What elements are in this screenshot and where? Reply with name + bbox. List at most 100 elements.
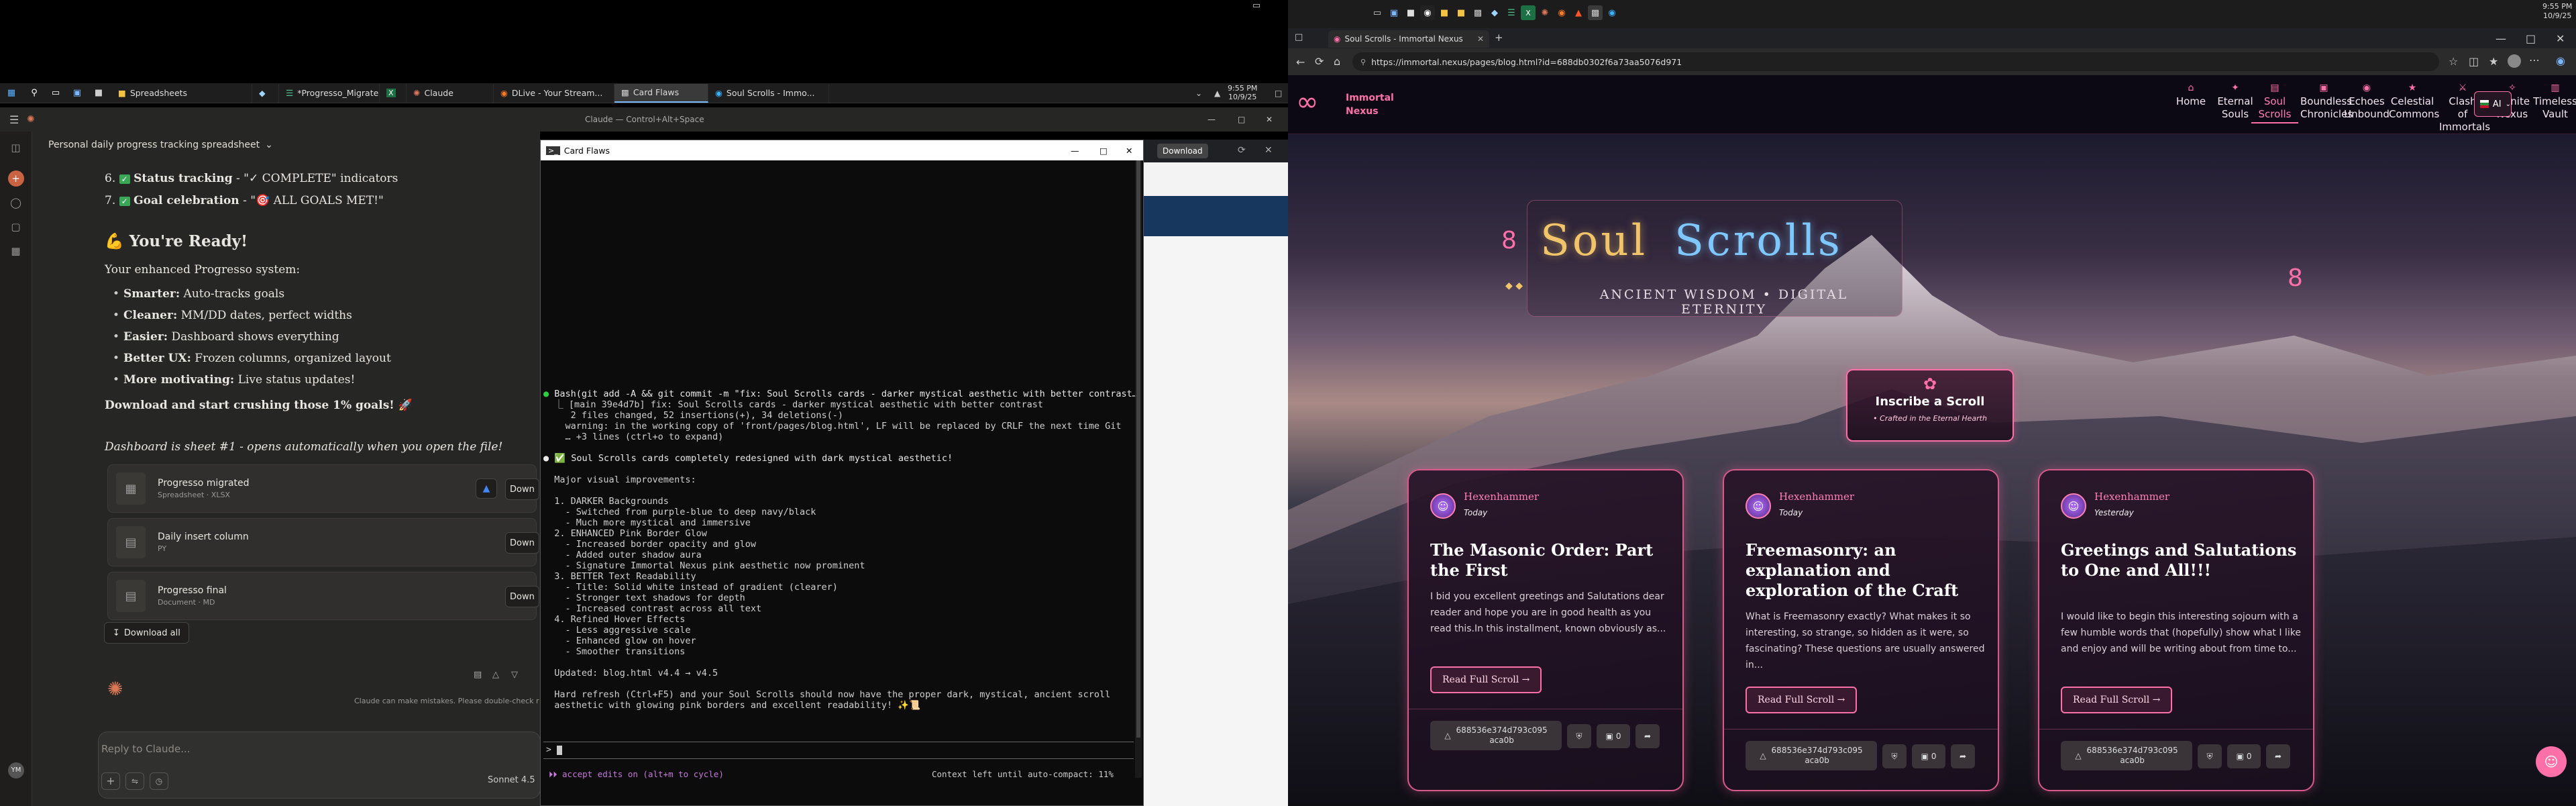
model-selector[interactable]: Sonnet 4.5 (488, 775, 535, 785)
pinned-app-8[interactable]: ◆ (1487, 5, 1502, 20)
author-name[interactable]: Hexenhammer (1779, 491, 1854, 503)
pinned-app-1[interactable]: ▭ (1370, 5, 1385, 20)
profile-avatar[interactable] (2508, 54, 2521, 68)
terminal-output[interactable]: ● Bash(git add -A && git commit -m "fix:… (543, 389, 1138, 711)
browser-tab[interactable]: ◉ Soul Scrolls - Immortal Nexus ✕ (1328, 30, 1489, 48)
pinned-app-2[interactable]: ▣ (1387, 5, 1401, 20)
nav-item-home[interactable]: ⌂ Home (2167, 82, 2214, 108)
scroll-card[interactable]: ☺ Hexenhammer Yesterday Greetings and Sa… (2038, 469, 2314, 791)
download-button[interactable]: Download (1157, 144, 1208, 158)
maximize-icon[interactable]: □ (1238, 115, 1245, 124)
share-button[interactable]: ➦ (1635, 724, 1660, 748)
like-button[interactable]: △ 688536e374d793c095 aca0b (1746, 741, 1877, 770)
refresh-icon[interactable]: ⟳ (1315, 55, 1324, 68)
app-icon[interactable]: ▭ (1249, 0, 1264, 13)
artifacts-icon[interactable]: ▦ (8, 243, 24, 259)
pinned-app-4[interactable]: ◉ (1420, 5, 1435, 20)
file-card[interactable]: ▤ Progresso final Document · MD Down (107, 572, 539, 620)
favorite-icon[interactable]: ☆ (2449, 55, 2458, 68)
card-title[interactable]: Freemasonry: an explanation and explorat… (1746, 540, 1987, 601)
app-icon-1[interactable]: ▣ (70, 86, 85, 101)
comments-button[interactable]: ▣ 0 (2227, 744, 2261, 768)
sidebar-toggle-icon[interactable]: □ (1295, 32, 1303, 42)
taskbar-tab-dlive[interactable]: ◉ DLive - Your Stream... (494, 83, 614, 103)
clock-date[interactable]: 10/9/25 (2542, 11, 2572, 21)
comments-button[interactable]: ▣ 0 (1597, 724, 1630, 748)
pinned-app-5[interactable]: ■ (1437, 5, 1452, 20)
read-full-scroll-button[interactable]: Read Full Scroll → (1430, 666, 1542, 693)
more-icon[interactable]: ⋯ (2529, 54, 2540, 66)
minimize-icon[interactable]: — (2496, 32, 2506, 45)
author-avatar[interactable]: ☺ (1430, 493, 1456, 519)
brand-name[interactable]: Immortal (1346, 91, 1394, 105)
clock-time[interactable]: 9:55 PM (1228, 84, 1257, 93)
taskbar-tab-claude[interactable]: ✺ Claude (407, 83, 494, 103)
download-button[interactable]: Down (505, 586, 539, 607)
favorites-icon[interactable]: ★ (2489, 55, 2498, 68)
comments-button[interactable]: ▣ 0 (1912, 744, 1945, 768)
nav-item-timeless[interactable]: ▥ Timeless Vault (2532, 82, 2576, 121)
chevron-down-icon[interactable]: ⌄ (1195, 89, 1202, 98)
read-full-scroll-button[interactable]: Read Full Scroll → (2061, 687, 2173, 713)
taskbar-tab-spreadsheets[interactable]: ■ Spreadsheets (111, 83, 252, 103)
file-card[interactable]: ▤ Daily insert column PY Down (107, 518, 539, 566)
author-avatar[interactable]: ☺ (2061, 493, 2086, 519)
chat-bubble-icon[interactable]: ☺ (2536, 746, 2567, 777)
download-button[interactable]: Down (505, 478, 539, 500)
like-button[interactable]: △ 688536e374d793c095 aca0b (2061, 741, 2192, 770)
card-title[interactable]: The Masonic Order: Part the First (1430, 540, 1672, 581)
close-icon[interactable]: ✕ (2556, 32, 2565, 45)
close-tab-icon[interactable]: ✕ (1477, 34, 1484, 44)
projects-icon[interactable]: ▢ (8, 219, 24, 235)
copy-icon[interactable]: ▤ (474, 670, 482, 680)
nav-item-soul[interactable]: ▤ Soul Scrolls (2251, 82, 2298, 123)
card-title[interactable]: Greetings and Salutations to One and All… (2061, 540, 2302, 581)
split-icon[interactable]: ◫ (2469, 55, 2479, 68)
close-icon[interactable]: ✕ (1266, 115, 1273, 124)
download-button[interactable]: Down (505, 532, 539, 554)
back-icon[interactable]: ← (1296, 56, 1305, 68)
scroll-card[interactable]: ☺ Hexenhammer Today Freemasonry: an expl… (1723, 469, 1999, 791)
new-tab-icon[interactable]: + (1495, 32, 1503, 44)
taskbar-tab-soul-scrolls[interactable]: ◉ Soul Scrolls - Immo... (708, 83, 829, 103)
close-icon[interactable]: ✕ (1126, 146, 1132, 156)
file-card[interactable]: ▦ Progresso migrated Spreadsheet · XLSX … (107, 464, 539, 513)
new-chat-icon[interactable]: + (7, 170, 24, 187)
sidebar-toggle-icon[interactable]: ◫ (8, 140, 24, 156)
shield-button[interactable]: ⛨ (2198, 744, 2222, 768)
home-icon[interactable]: ⌂ (1334, 55, 1340, 68)
share-button[interactable]: ➦ (2266, 744, 2290, 768)
shield-button[interactable]: ⛨ (1567, 724, 1591, 748)
google-drive-icon[interactable]: ▲ (476, 478, 497, 499)
clock-time[interactable]: 9:55 PM (2542, 2, 2572, 11)
terminal-scrollbar[interactable] (1135, 160, 1142, 778)
app-icon-2[interactable]: ■ (91, 86, 106, 101)
nav-item-boundless[interactable]: ▣ Boundless Chronicles (2300, 82, 2353, 121)
refresh-icon[interactable]: ⟳ (1238, 145, 1246, 156)
share-button[interactable]: ➦ (1951, 744, 1975, 768)
like-button[interactable]: △ 688536e374d793c095 aca0b (1430, 721, 1562, 750)
claude-icon[interactable]: ✺ (1538, 5, 1552, 20)
wifi-icon[interactable]: ▲ (1214, 89, 1220, 98)
excel-icon[interactable]: X (1521, 5, 1536, 20)
user-avatar[interactable]: YM (8, 762, 24, 778)
chat-title-bar[interactable]: Personal daily progress tracking spreads… (48, 140, 273, 150)
add-attachment-icon[interactable]: + (101, 772, 120, 790)
download-all-button[interactable]: ↧ Download all (104, 622, 189, 644)
author-name[interactable]: Hexenhammer (1464, 491, 1539, 503)
taskbar-tab-app[interactable]: ◆ (252, 83, 279, 103)
close-icon[interactable]: ✕ (1265, 145, 1273, 156)
brand-name-2[interactable]: Nexus (1346, 105, 1394, 118)
nav-item-celestial[interactable]: ★ Celestial Commons (2389, 82, 2439, 121)
maximize-icon[interactable]: □ (2526, 32, 2536, 45)
terminal-prompt-box[interactable]: > (543, 742, 1134, 759)
minimize-icon[interactable]: — (1208, 115, 1216, 124)
notification-icon[interactable]: □ (1275, 89, 1282, 98)
maximize-icon[interactable]: □ (1099, 146, 1108, 156)
thumbs-down-icon[interactable]: ▽ (511, 670, 518, 680)
thumbs-up-icon[interactable]: △ (492, 670, 499, 680)
read-full-scroll-button[interactable]: Read Full Scroll → (1746, 687, 1858, 713)
pinned-app-7[interactable]: ▩ (1470, 5, 1485, 20)
taskbar-tab-excel[interactable]: X (380, 83, 407, 103)
pinned-app-9[interactable]: ☰ (1504, 5, 1519, 20)
